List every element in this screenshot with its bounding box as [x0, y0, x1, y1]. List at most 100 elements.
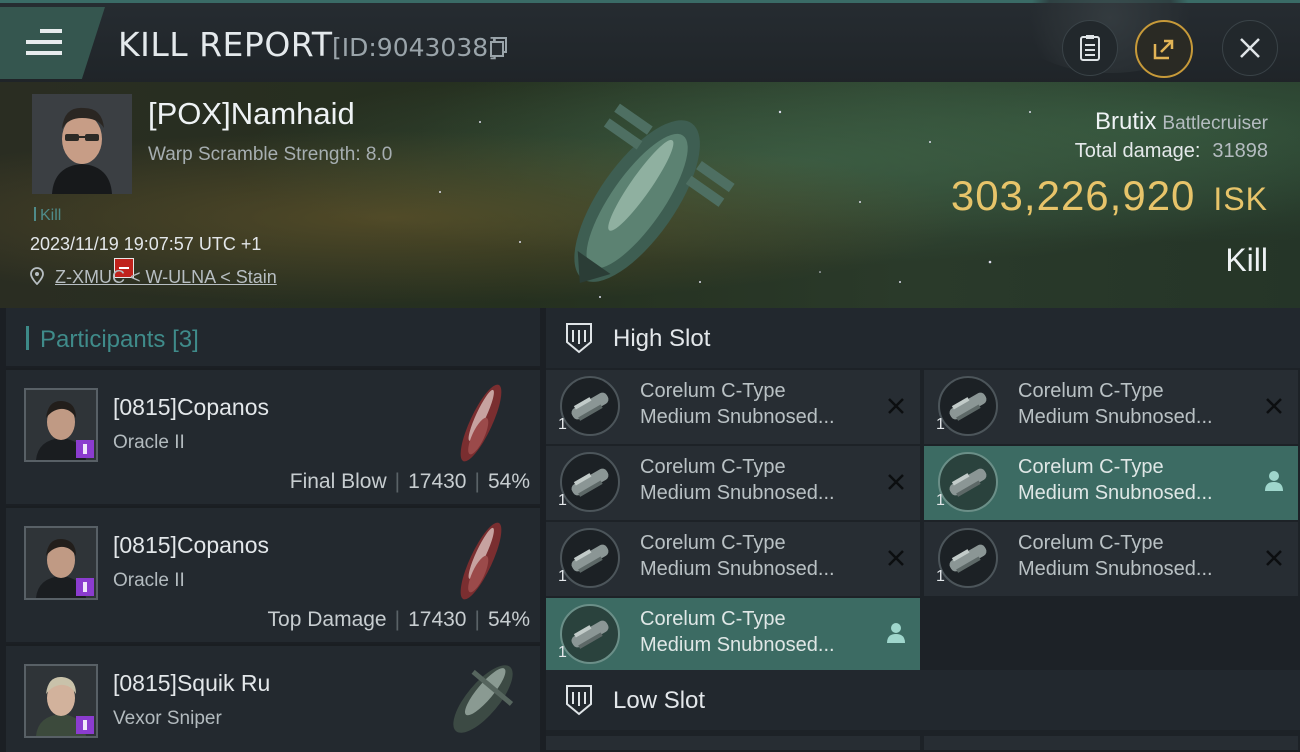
- participant-ship: Oracle II: [113, 570, 185, 591]
- total-damage-value: 31898: [1212, 140, 1268, 162]
- participant-row[interactable]: [0815]Squik Ru Vexor Sniper: [6, 644, 540, 752]
- low-slot-icon: [566, 685, 592, 716]
- participants-header: Participants [3]: [6, 308, 540, 366]
- copy-icon[interactable]: [490, 37, 508, 57]
- participant-role: Top Damage: [267, 608, 387, 631]
- total-damage-label: Total damage:: [1074, 140, 1201, 162]
- module-item[interactable]: 1 Corelum C-Type Medium Snubnosed...: [546, 370, 920, 444]
- participant-row[interactable]: [0815]Copanos Oracle II Top Damage | 17430…: [6, 506, 540, 642]
- page-title: KILL REPORT: [118, 25, 333, 64]
- module-item[interactable]: 1 Corelum C-Type Medium Snubnosed...: [924, 446, 1298, 520]
- module-name: Corelum C-Type: [1018, 532, 1164, 554]
- fitting-panel: High Slot 1 Corelum C-Type Medium Snubno…: [546, 308, 1300, 750]
- corp-badge-icon: [76, 716, 94, 734]
- share-icon: [1153, 39, 1174, 60]
- module-name: Corelum C-Type: [640, 608, 786, 630]
- isk-unit: ISK: [1213, 181, 1268, 217]
- module-item[interactable]: 1 Corelum C-Type Medium Snubnosed...: [546, 446, 920, 520]
- ship-name[interactable]: Brutix: [1095, 108, 1156, 135]
- module-name: Corelum C-Type: [640, 532, 786, 554]
- weapon-module-icon: [938, 452, 998, 512]
- module-subname: Medium Snubnosed...: [1018, 406, 1213, 428]
- participant-percent: 54%: [487, 608, 530, 631]
- participant-row[interactable]: [0815]Copanos Oracle II Final Blow | 17430…: [6, 368, 540, 504]
- module-quantity: 1: [936, 416, 945, 433]
- module-name: Corelum C-Type: [640, 380, 786, 402]
- close-button[interactable]: [1222, 20, 1278, 76]
- module-quantity: 1: [558, 492, 567, 509]
- isk-value: 303,226,920 ISK: [951, 172, 1268, 220]
- module-name: Corelum C-Type: [1018, 456, 1164, 478]
- destroyed-icon: [888, 550, 904, 566]
- module-quantity: 1: [558, 644, 567, 661]
- low-slot-label: Low Slot: [613, 687, 706, 714]
- weapon-module-icon: [560, 604, 620, 664]
- victim-ship-image[interactable]: [530, 92, 750, 302]
- participant-ship: Vexor Sniper: [113, 708, 222, 729]
- participant-ship: Oracle II: [113, 432, 185, 453]
- share-button[interactable]: [1135, 20, 1193, 78]
- participant-name[interactable]: [0815]Copanos: [113, 394, 269, 421]
- module-item[interactable]: 1 Corelum C-Type Medium Snubnosed...: [546, 598, 920, 672]
- clipboard-icon: [1080, 35, 1100, 61]
- menu-icon: [26, 29, 62, 62]
- module-item[interactable]: 1 Corelum C-Type Medium Snubnosed...: [924, 522, 1298, 596]
- location-pin-icon: [30, 267, 44, 286]
- module-subname: Medium Snubnosed...: [640, 634, 835, 656]
- top-bar: KILL REPORT [ID:9043038]: [0, 0, 1300, 85]
- module-subname: Medium Snubnosed...: [640, 482, 835, 504]
- module-item[interactable]: 1 Corelum C-Type Medium Snubnosed...: [546, 522, 920, 596]
- participants-panel: Participants [3] [0815]Copanos Oracle II…: [6, 308, 540, 752]
- low-slot-header: Low Slot: [546, 670, 1300, 730]
- victim-ship: Brutix Battlecruiser: [1095, 108, 1268, 136]
- warp-scramble-strength: Warp Scramble Strength: 8.0: [148, 144, 393, 165]
- participant-name[interactable]: [0815]Squik Ru: [113, 670, 270, 697]
- total-damage: Total damage: 31898: [1075, 140, 1268, 163]
- ship-class: Battlecruiser: [1162, 113, 1268, 134]
- corp-badge-icon: [76, 440, 94, 458]
- participant-percent: 54%: [487, 470, 530, 493]
- ship-image[interactable]: [438, 652, 528, 747]
- module-item[interactable]: 1 Corelum C-Type Medium Snubnosed...: [924, 370, 1298, 444]
- weapon-module-icon: [938, 528, 998, 588]
- high-slot-header: High Slot: [546, 308, 1300, 368]
- weapon-module-icon: [560, 452, 620, 512]
- weapon-module-icon: [560, 376, 620, 436]
- ship-image[interactable]: [446, 514, 516, 609]
- destroyed-icon: [1266, 398, 1282, 414]
- clipboard-button[interactable]: [1062, 20, 1118, 76]
- participant-role: Final Blow: [289, 470, 387, 493]
- weapon-module-icon: [938, 376, 998, 436]
- module-name: Corelum C-Type: [1018, 380, 1164, 402]
- kill-tag: Kill: [34, 207, 61, 225]
- ship-image[interactable]: [446, 376, 516, 471]
- destroyed-icon: [888, 398, 904, 414]
- avatar: [32, 94, 132, 194]
- module-subname: Medium Snubnosed...: [1018, 482, 1213, 504]
- participant-name[interactable]: [0815]Copanos: [113, 532, 269, 559]
- module-item-partial[interactable]: [924, 736, 1298, 750]
- high-slot-label: High Slot: [613, 325, 711, 352]
- participants-label: Participants: [40, 326, 166, 353]
- high-slot-icon: [566, 323, 592, 354]
- isk-amount: 303,226,920: [950, 172, 1196, 219]
- participants-count: [3]: [172, 326, 199, 353]
- weapon-module-icon: [560, 528, 620, 588]
- module-subname: Medium Snubnosed...: [640, 406, 835, 428]
- module-quantity: 1: [936, 492, 945, 509]
- report-id: [ID:9043038]: [332, 33, 498, 62]
- victim-summary: [POX]Namhaid Warp Scramble Strength: 8.0…: [0, 82, 1300, 308]
- participant-stats: Final Blow | 17430 | 54%: [289, 470, 530, 493]
- module-quantity: 1: [558, 568, 567, 585]
- dropped-user-icon: [887, 623, 905, 643]
- module-item-partial[interactable]: [546, 736, 920, 750]
- module-subname: Medium Snubnosed...: [1018, 558, 1213, 580]
- victim-portrait[interactable]: [32, 94, 132, 194]
- victim-name[interactable]: [POX]Namhaid: [148, 96, 355, 132]
- participant-damage: 17430: [408, 470, 467, 493]
- kill-location[interactable]: Z-XMUC < W-ULNA < Stain: [30, 267, 277, 288]
- destroyed-icon: [888, 474, 904, 490]
- destroyed-icon: [1266, 550, 1282, 566]
- menu-button[interactable]: [0, 7, 105, 79]
- location-link[interactable]: Z-XMUC < W-ULNA < Stain: [55, 267, 277, 287]
